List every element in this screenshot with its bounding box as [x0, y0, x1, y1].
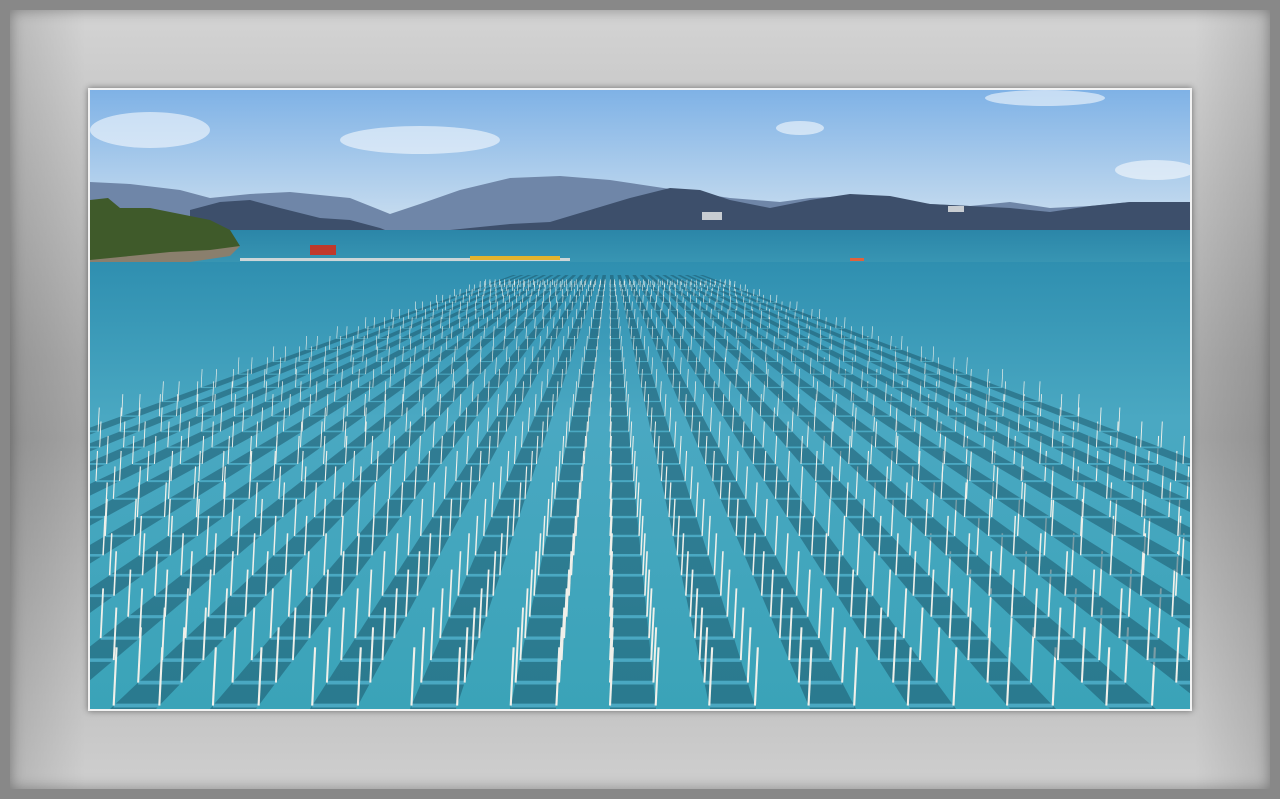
quarry-scar	[702, 212, 722, 220]
crane	[310, 245, 336, 255]
picture-frame	[0, 0, 1280, 799]
seaweed-farm-scene	[90, 90, 1190, 709]
photo	[88, 88, 1192, 711]
floats	[470, 256, 560, 260]
quarry-scar	[948, 206, 964, 212]
